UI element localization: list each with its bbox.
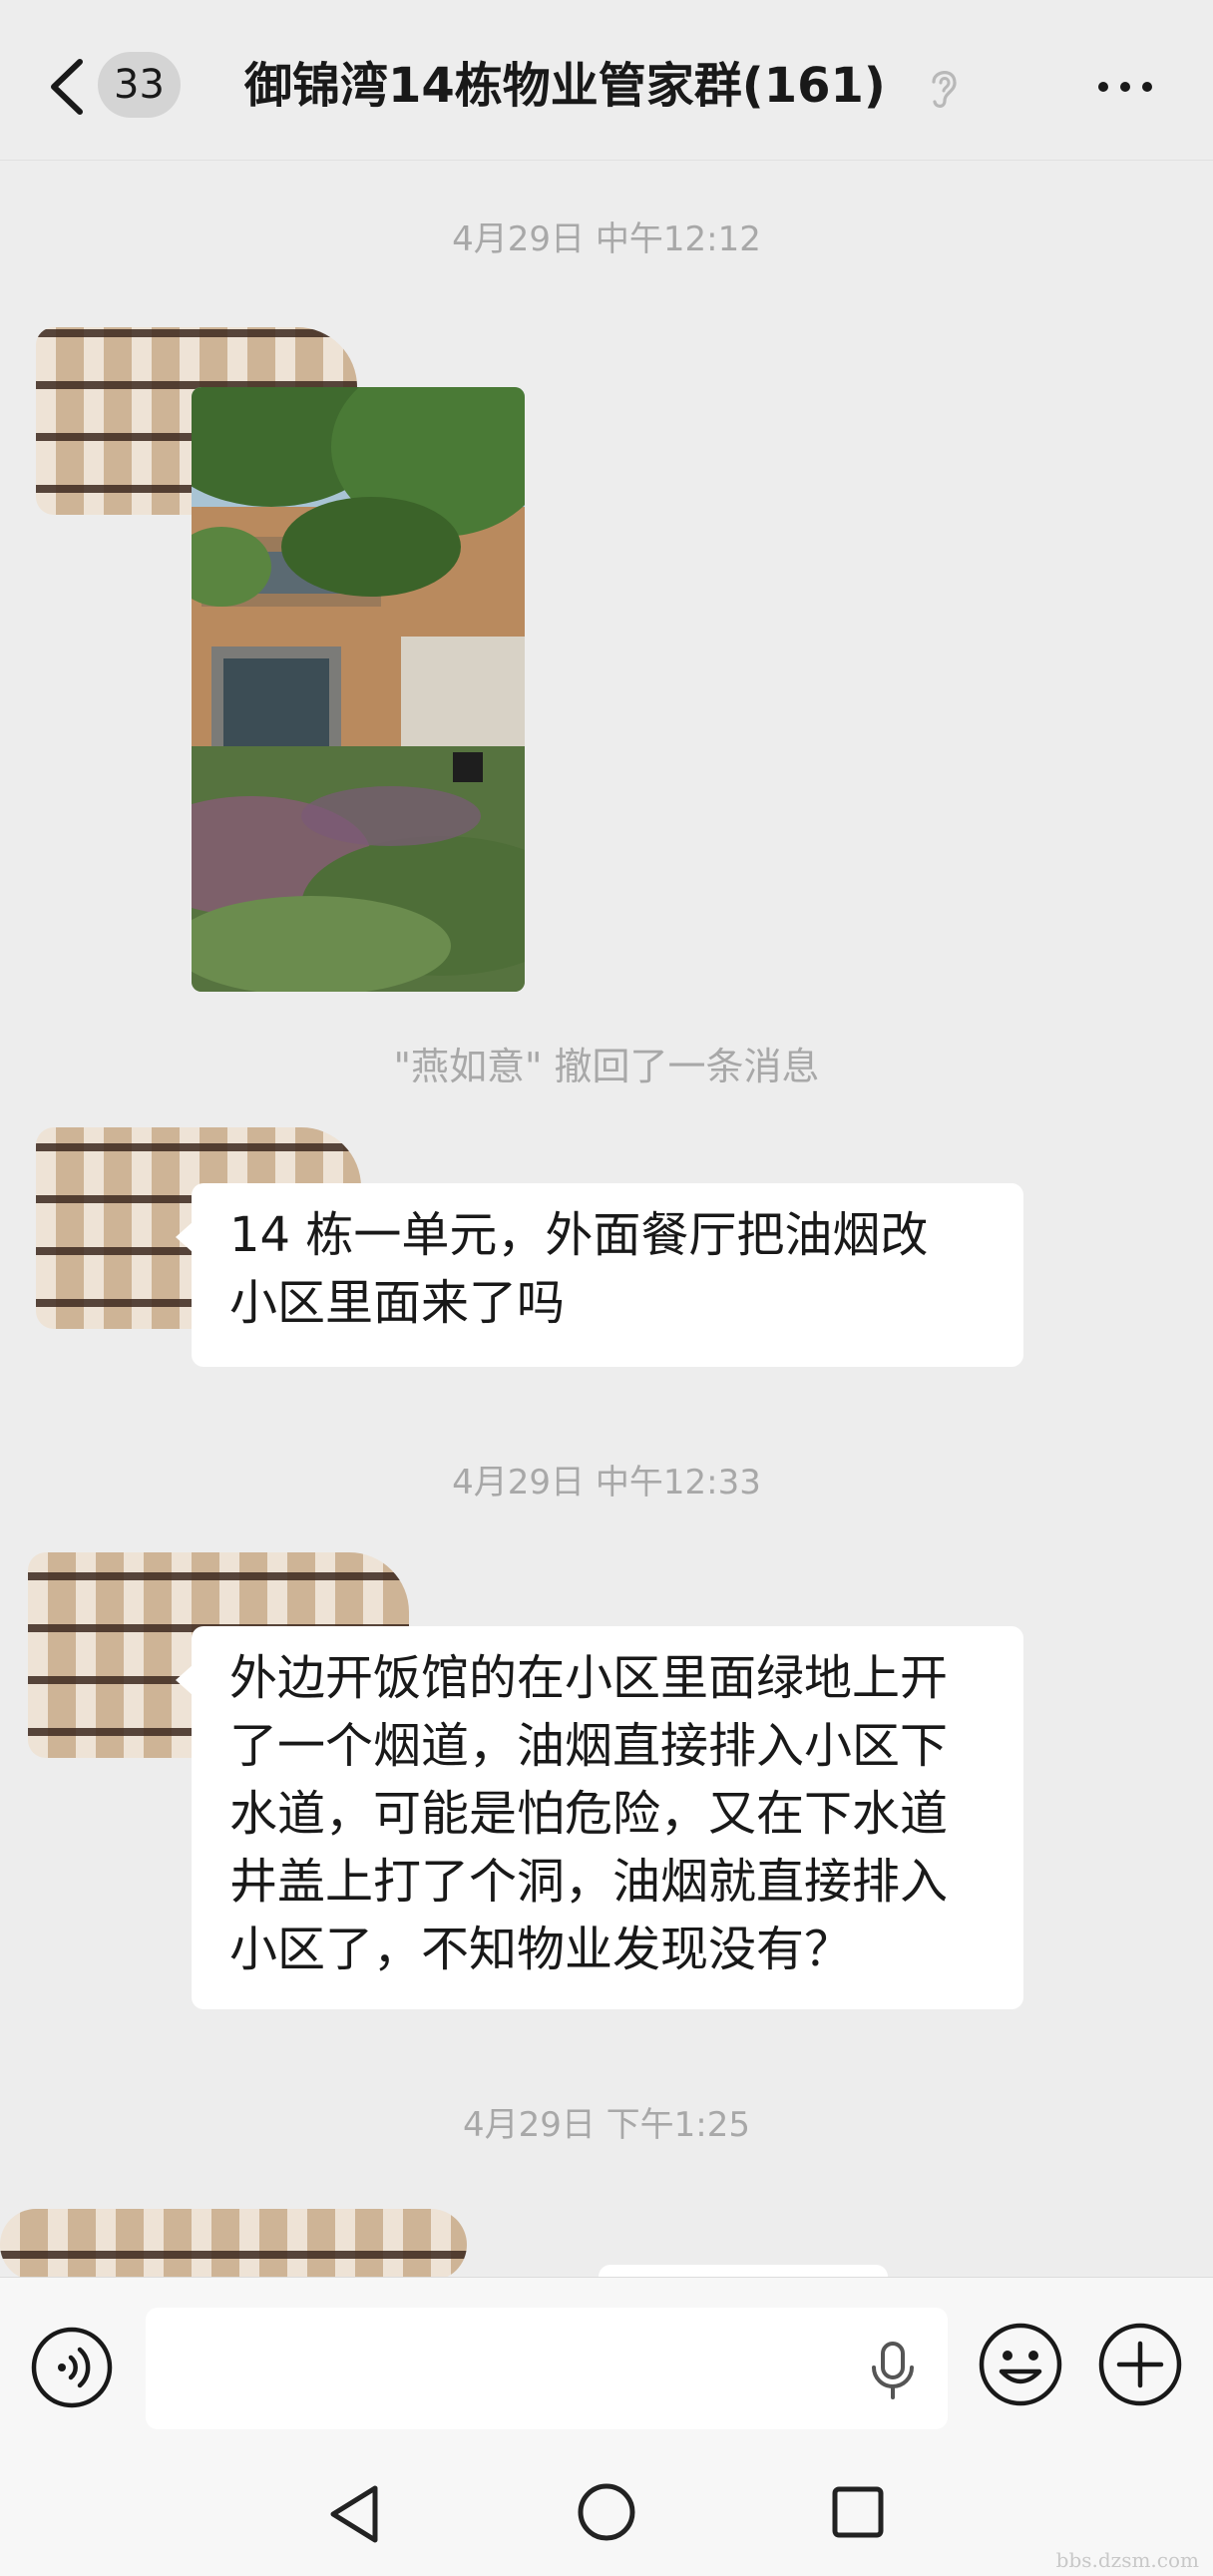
circle-home-icon[interactable] — [575, 2480, 638, 2544]
recall-notice: "燕如意" 撤回了一条消息 — [393, 1045, 820, 1088]
message-image[interactable] — [192, 387, 525, 992]
mic-icon[interactable] — [866, 2340, 920, 2401]
message-bubble[interactable]: 外边开饭馆的在小区里面绿地上开 了一个烟道，油烟直接排入小区下 水道，可能是怕危… — [176, 1626, 1023, 2009]
back-button[interactable] — [40, 48, 100, 126]
avatar[interactable] — [0, 2209, 467, 2281]
triangle-back-icon[interactable] — [325, 2482, 385, 2546]
square-recent-icon[interactable] — [830, 2484, 886, 2540]
message-input[interactable] — [146, 2308, 948, 2429]
voice-icon[interactable] — [30, 2326, 114, 2409]
timestamp: 4月29日 中午12:33 — [452, 1463, 761, 1503]
garden-photo — [192, 387, 525, 992]
watermark: bbs.dzsm.com — [1055, 2548, 1199, 2572]
timestamp: 4月29日 下午1:25 — [462, 2105, 751, 2145]
chevron-left-icon — [51, 59, 83, 115]
system-nav-bar — [0, 2446, 1213, 2576]
ear-icon — [932, 71, 957, 108]
plus-icon[interactable] — [1097, 2322, 1183, 2407]
input-bar — [0, 2277, 1213, 2447]
emoji-icon[interactable] — [978, 2322, 1063, 2407]
chat-header: 33 御锦湾14栋物业管家群(161) — [0, 0, 1213, 161]
message-bubble[interactable]: 14 栋一单元，外面餐厅把油烟改 小区里面来了吗 — [176, 1183, 1023, 1367]
chat-title: 御锦湾14栋物业管家群(161) — [244, 58, 886, 114]
more-icon[interactable] — [1093, 72, 1157, 102]
timestamp: 4月29日 中午12:12 — [452, 219, 761, 259]
unread-count-badge[interactable]: 33 — [98, 52, 181, 118]
